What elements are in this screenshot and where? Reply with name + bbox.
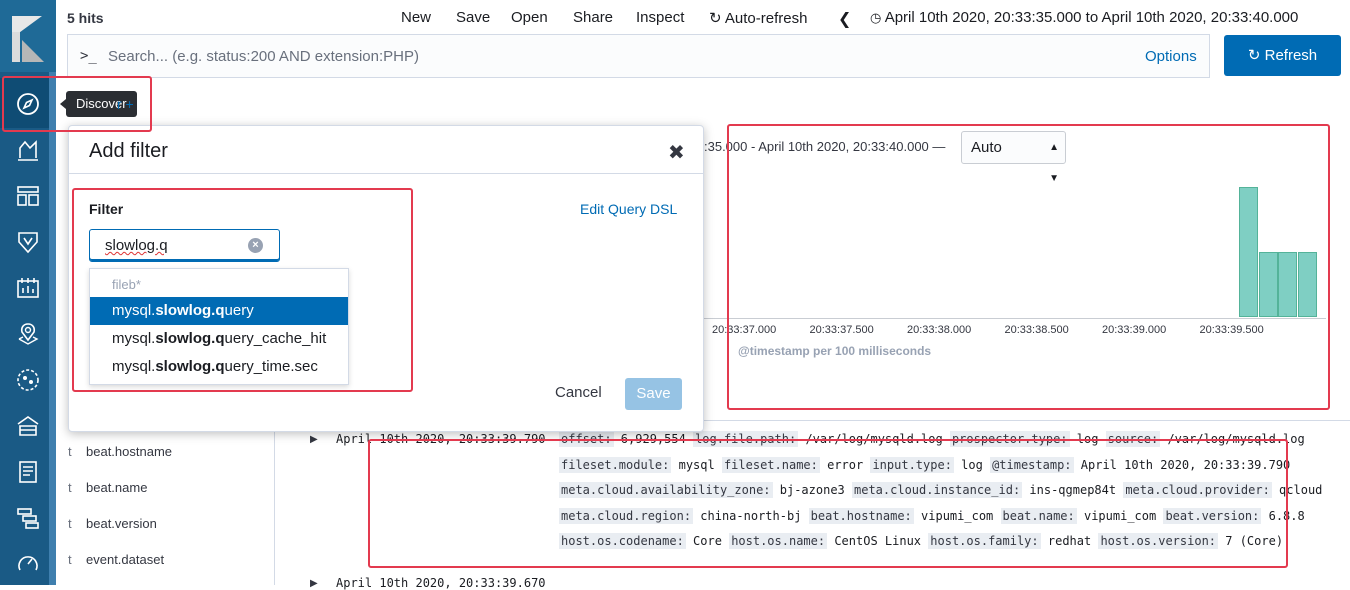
menu-share[interactable]: Share	[573, 9, 613, 26]
dashboard-icon[interactable]	[14, 182, 42, 210]
nav-scroll-strip	[49, 72, 56, 585]
field-type-icon: t	[68, 444, 72, 459]
edit-query-dsl-link[interactable]: Edit Query DSL	[580, 201, 677, 217]
save-button[interactable]: Save	[625, 378, 682, 410]
field-type-icon: t	[68, 480, 72, 495]
close-icon[interactable]: ✖	[668, 140, 685, 165]
visualize-icon[interactable]	[14, 136, 42, 164]
auto-refresh-button[interactable]: ↻ Auto-refresh	[709, 9, 807, 27]
expand-row-icon[interactable]: ▶	[310, 434, 318, 445]
doc-timestamp: April 10th 2020, 20:33:39.670	[336, 576, 546, 590]
field-item[interactable]: t beat.hostname	[68, 444, 172, 459]
field-name: event.dataset	[86, 552, 165, 567]
popover-divider	[68, 173, 704, 174]
field-name: beat.version	[86, 516, 157, 531]
expand-row-icon[interactable]: ▶	[310, 578, 318, 589]
timelion-icon[interactable]	[14, 228, 42, 256]
logs-icon[interactable]	[14, 458, 42, 486]
field-item[interactable]: t event.dataset	[68, 552, 164, 567]
time-range-picker[interactable]: ◷ April 10th 2020, 20:33:35.000 to April…	[870, 9, 1298, 26]
menu-open[interactable]: Open	[511, 9, 548, 26]
menu-save[interactable]: Save	[456, 9, 490, 26]
canvas-icon[interactable]	[14, 274, 42, 302]
annotation-box	[368, 439, 1288, 568]
time-back-icon[interactable]: ❮	[838, 9, 851, 29]
field-name: beat.hostname	[86, 444, 173, 459]
infrastructure-icon[interactable]	[14, 412, 42, 440]
time-range-text: April 10th 2020, 20:33:35.000 to April 1…	[884, 9, 1299, 26]
refresh-cycle-icon: ↻	[709, 10, 722, 27]
uptime-icon[interactable]	[14, 550, 42, 578]
annotation-box	[2, 76, 152, 132]
sidebar-divider	[274, 420, 275, 585]
auto-refresh-label: Auto-refresh	[724, 10, 808, 27]
refresh-icon: ↻	[1247, 47, 1261, 64]
clock-icon: ◷	[870, 10, 882, 25]
field-type-icon: t	[68, 552, 72, 567]
ml-icon[interactable]	[14, 366, 42, 394]
query-prompt-icon: >_	[80, 48, 97, 64]
apm-icon[interactable]	[14, 504, 42, 532]
menu-inspect[interactable]: Inspect	[636, 9, 684, 26]
menu-new[interactable]: New	[401, 9, 431, 26]
field-item[interactable]: t beat.name	[68, 480, 147, 495]
search-input[interactable]	[108, 39, 1008, 73]
options-link[interactable]: Options	[1145, 48, 1197, 65]
field-item[interactable]: t beat.version	[68, 516, 157, 531]
kibana-logo[interactable]	[0, 0, 56, 72]
annotation-box	[72, 188, 413, 392]
field-name: beat.name	[86, 480, 148, 495]
annotation-box	[727, 124, 1330, 410]
refresh-label: Refresh	[1264, 47, 1318, 64]
maps-icon[interactable]	[14, 320, 42, 348]
refresh-button[interactable]: ↻ Refresh	[1224, 35, 1341, 76]
cancel-button[interactable]: Cancel	[555, 384, 602, 401]
field-type-icon: t	[68, 516, 72, 531]
hits-count: 5 hits	[67, 10, 104, 26]
popover-title: Add filter	[89, 140, 168, 162]
